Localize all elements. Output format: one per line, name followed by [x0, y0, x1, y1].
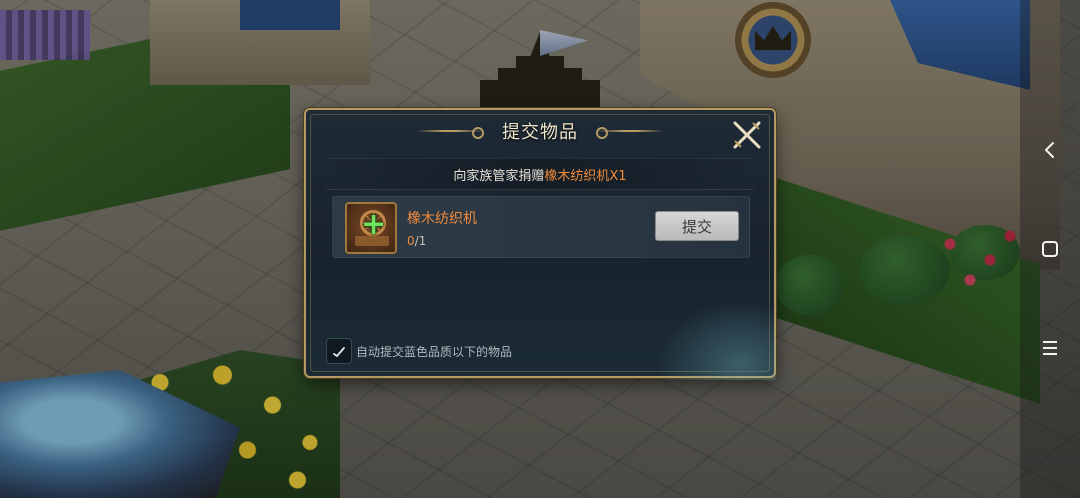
item-count: 0/1	[407, 234, 426, 248]
nav-menu-button[interactable]	[1030, 328, 1070, 368]
home-square-icon	[1042, 241, 1058, 257]
item-name: 橡木纺织机	[407, 211, 477, 227]
auto-submit-checkbox[interactable]	[326, 338, 352, 364]
menu-lines-icon	[1043, 341, 1057, 355]
auto-submit-label: 自动提交蓝色品质以下的物品	[356, 344, 513, 359]
donation-request-text: 向家族管家捐赠 橡木纺织机X1	[326, 158, 754, 190]
spinning-wheel-icon[interactable]: +	[345, 202, 397, 254]
plus-icon: +	[361, 207, 387, 242]
title-ornament-left	[416, 124, 484, 139]
dialog-title: 提交物品	[502, 122, 578, 143]
checkmark-icon	[333, 347, 345, 357]
donation-item-highlight: 橡木纺织机X1	[544, 168, 627, 184]
item-count-have: 0	[407, 234, 415, 248]
back-chevron-icon	[1045, 142, 1054, 158]
nav-home-button[interactable]	[1030, 229, 1070, 269]
system-navigation-bar	[1020, 0, 1080, 498]
auto-submit-option: 自动提交蓝色品质以下的物品	[326, 338, 512, 364]
item-row: + 橡木纺织机 0/1 提交	[332, 196, 750, 258]
submit-button[interactable]: 提交	[655, 211, 739, 241]
submit-item-dialog: 提交物品 向家族管家捐赠 橡木纺织机X1 + 橡木纺织机 0/1 提交 自动提交蓝…	[304, 108, 776, 380]
nav-back-button[interactable]	[1030, 130, 1070, 170]
title-ornament-right	[596, 124, 664, 139]
crossed-swords-close-icon	[733, 121, 761, 149]
dialog-title-bar: 提交物品	[306, 116, 774, 146]
item-count-total: /1	[414, 234, 427, 248]
donation-prefix: 向家族管家捐赠	[453, 168, 545, 184]
close-button[interactable]	[730, 118, 764, 152]
dialog-glow	[656, 300, 776, 380]
